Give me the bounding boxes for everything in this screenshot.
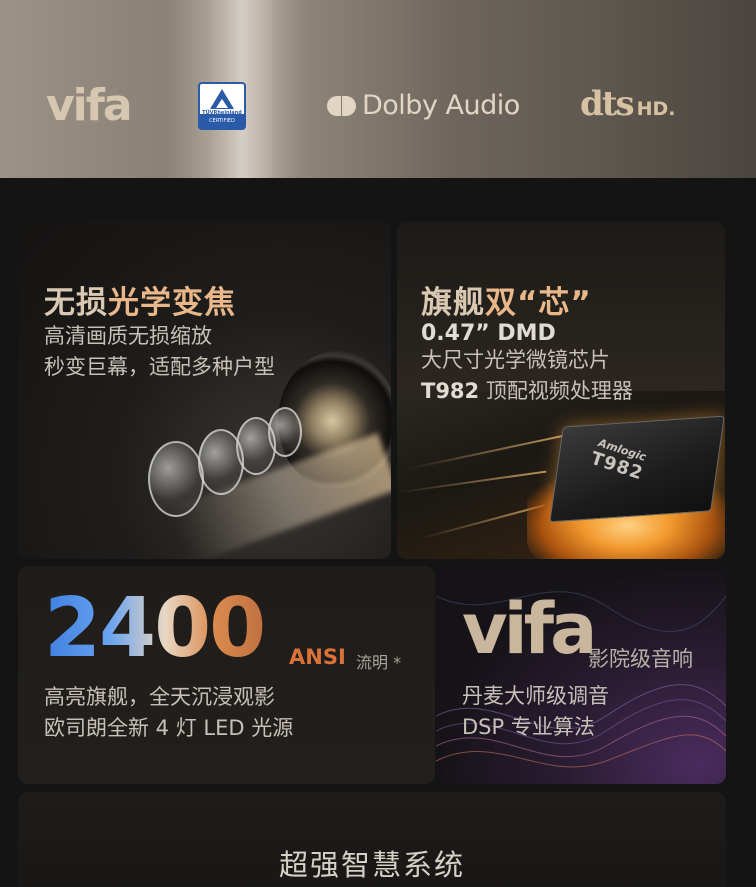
chip-title: 旗舰双“芯” [421, 277, 592, 322]
zoom-line-1: 高清画质无损缩放 [44, 324, 212, 348]
logo-band: vifa TÜVRheinland CERTIFIED Dolby Audio … [0, 0, 756, 178]
dual-chip-card: Amlogic T982 旗舰双“芯” 0.47” DMD 大尺寸光学微镜芯片 … [397, 221, 725, 559]
chip-title-plain: 旗舰 [421, 285, 485, 321]
zoom-line-2: 秒变巨幕，适配多种户型 [44, 355, 275, 379]
dts-hd-logo: dts HD. [580, 84, 676, 124]
brightness-line-2: 欧司朗全新 4 灯 LED 光源 [44, 716, 294, 740]
brightness-unit: ANSI [289, 645, 346, 669]
zoom-title: 无损光学变焦 [44, 277, 236, 322]
processor-line: T982 顶配视频处理器 [421, 376, 633, 407]
chip-title-highlight: 双“芯” [485, 285, 592, 321]
lens-element-icon [148, 441, 204, 517]
processor-text: 顶配视频处理器 [485, 379, 633, 403]
tuv-triangle-inner [216, 99, 228, 108]
tuv-badge-text: CERTIFIED [209, 118, 235, 124]
audio-line-1: 丹麦大师级调音 [462, 684, 609, 708]
tuv-certified-logo: TÜVRheinland CERTIFIED [198, 82, 246, 130]
audio-line-2: DSP 专业算法 [462, 715, 595, 739]
processor-model: T982 [421, 379, 480, 403]
zoom-title-highlight: 光学变焦 [108, 285, 236, 321]
dts-text: dts [580, 84, 635, 124]
audio-tag: 影院级音响 [588, 647, 693, 671]
audio-vifa-logo: vifa [462, 588, 597, 670]
zoom-title-plain: 无损 [44, 285, 108, 321]
dolby-audio-logo: Dolby Audio [327, 90, 520, 121]
dts-hd-text: HD. [636, 98, 676, 120]
vifa-logo: vifa [46, 80, 133, 131]
brightness-unit-note: 流明 * [356, 653, 402, 672]
dolby-text: Dolby Audio [362, 90, 520, 121]
brightness-value: 2400 [44, 581, 266, 676]
dolby-double-d-icon [327, 95, 356, 116]
lens-element-icon [268, 407, 302, 457]
chip-line-1: 大尺寸光学微镜芯片 [421, 348, 610, 372]
optical-zoom-card: 无损光学变焦 高清画质无损缩放 秒变巨幕，适配多种户型 [18, 221, 391, 559]
tuv-badge-bar: CERTIFIED [200, 114, 244, 128]
brightness-line-1: 高亮旗舰，全天沉浸观影 [44, 685, 275, 709]
system-title: 超强智慧系统 [278, 848, 465, 882]
